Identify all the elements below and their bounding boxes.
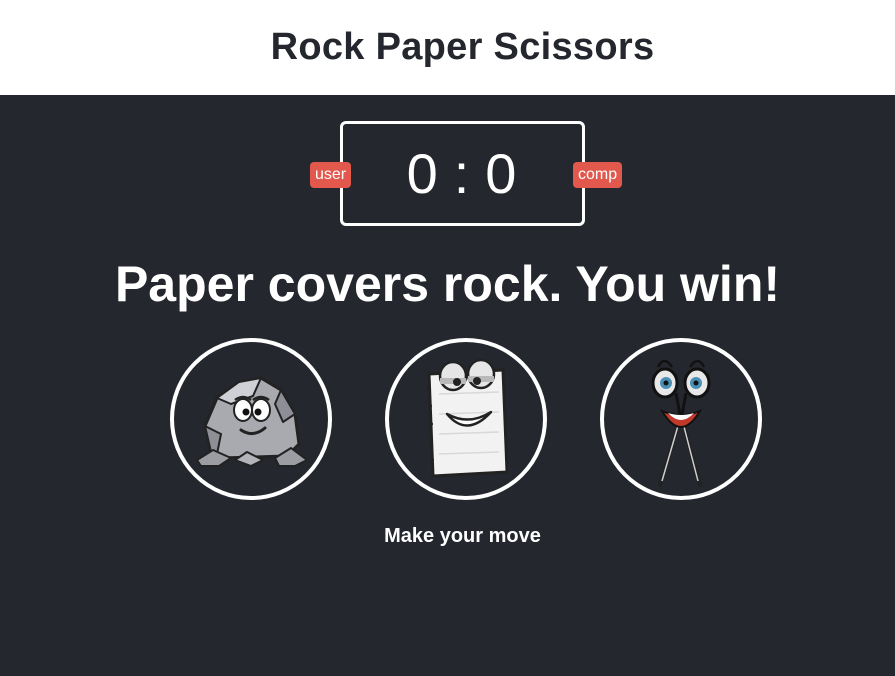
- make-move-prompt: Make your move: [384, 525, 541, 547]
- result-message: Paper covers rock. You win!: [114, 256, 781, 312]
- page-header: Rock Paper Scissors: [0, 0, 895, 95]
- comp-badge: comp: [573, 162, 623, 188]
- user-score: 0: [406, 142, 440, 205]
- user-badge: user: [310, 162, 352, 188]
- score-separator: :: [453, 142, 472, 205]
- page-title: Rock Paper Scissors: [270, 26, 655, 68]
- comp-score: 0: [485, 142, 519, 205]
- paper-choice-button[interactable]: [385, 338, 547, 500]
- scissors-character-icon: [651, 359, 711, 487]
- paper-character-icon: [427, 358, 509, 478]
- rock-choice-button[interactable]: [170, 338, 332, 500]
- scoreboard: 0 : 0: [340, 121, 585, 226]
- scissors-choice-button[interactable]: [600, 338, 762, 500]
- rock-character-icon: [196, 376, 308, 467]
